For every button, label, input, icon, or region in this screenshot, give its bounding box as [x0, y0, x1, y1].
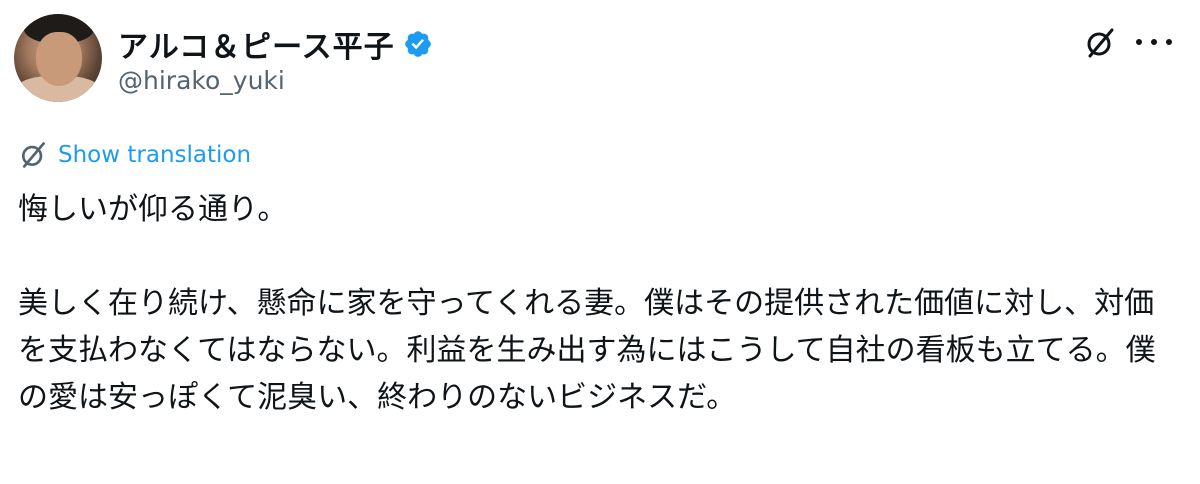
avatar[interactable]: [14, 14, 102, 102]
tweet-text: 悔しいが仰る通り。 美しく在り続け、懸命に家を守ってくれる妻。僕はその提供された…: [18, 192, 1156, 415]
more-dot: [1151, 39, 1157, 45]
author-display-name[interactable]: アルコ＆ピース平子: [118, 22, 395, 66]
grok-slash-circle-icon[interactable]: [1084, 26, 1116, 60]
author-handle[interactable]: @hirako_yuki: [118, 66, 285, 95]
more-dot: [1166, 39, 1172, 45]
more-dot: [1136, 39, 1142, 45]
more-dots-icon[interactable]: [1136, 30, 1172, 54]
avatar-face: [36, 32, 82, 86]
author-name-row: アルコ＆ピース平子: [118, 22, 433, 66]
verified-badge-icon: [404, 31, 431, 57]
show-translation-label: Show translation: [58, 142, 252, 168]
grok-slash-circle-icon: [21, 142, 45, 168]
show-translation-link[interactable]: Show translation: [18, 140, 251, 170]
